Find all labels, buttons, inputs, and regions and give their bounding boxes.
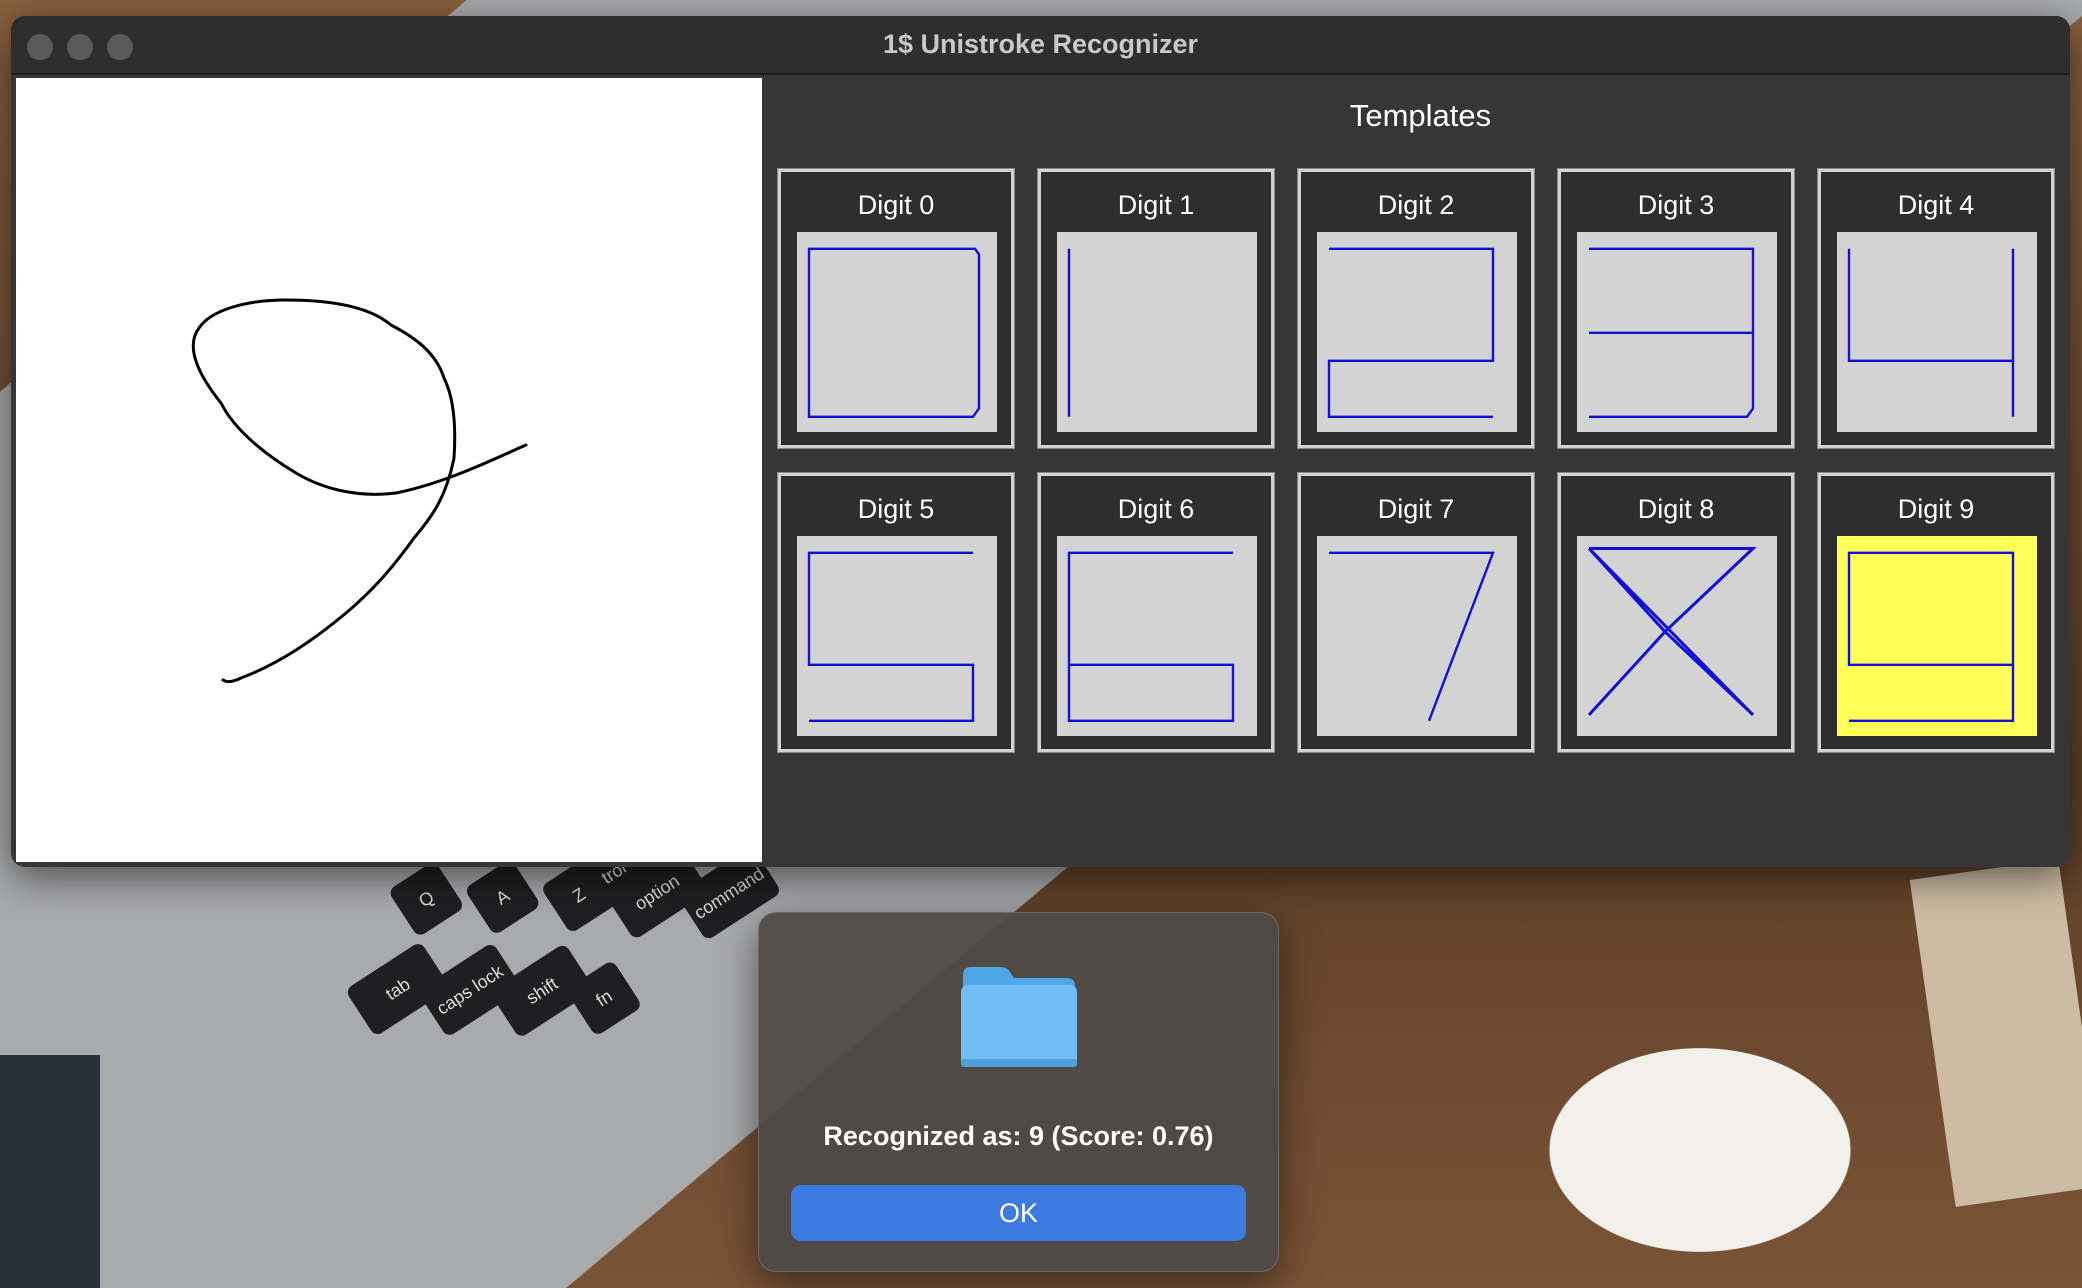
template-label: Digit 6 [1117,494,1195,524]
template-label: Digit 7 [1377,494,1455,524]
template-glyph [797,536,997,736]
template-label: Digit 5 [857,494,935,524]
template-glyph [1317,232,1517,432]
template-digit-7[interactable]: Digit 7 [1297,472,1535,753]
template-label: Digit 4 [1897,190,1975,220]
template-glyph [797,232,997,432]
template-preview [1317,232,1517,432]
folder-icon [959,965,1079,1074]
template-digit-0[interactable]: Digit 0 [777,168,1015,449]
template-label: Digit 1 [1117,190,1195,220]
drawing-canvas[interactable] [16,78,762,862]
template-digit-3[interactable]: Digit 3 [1557,168,1795,449]
close-window-button[interactable] [27,34,53,60]
template-glyph [1577,232,1777,432]
templates-grid: Digit 0 Digit 1 Digit 2 Digit 3 Digit 4 Digit… [777,168,2068,775]
template-preview [797,232,997,432]
zoom-window-button[interactable] [107,34,133,60]
template-glyph [1057,232,1257,432]
templates-heading: Templates [1349,98,1492,133]
template-digit-1[interactable]: Digit 1 [1037,168,1275,449]
minimize-window-button[interactable] [67,34,93,60]
template-preview [1317,536,1517,736]
laptop-key: A [463,858,542,936]
template-glyph [1577,536,1777,736]
window-title: 1$ Unistroke Recognizer [882,29,1199,59]
app-window: 1$ Unistroke Recognizer Templates Digit … [11,16,2070,867]
template-glyph [1057,536,1257,736]
template-label: Digit 3 [1637,190,1715,220]
template-preview [1577,232,1777,432]
recognition-message: Recognized as: 9 (Score: 0.76) [823,1121,1214,1151]
template-digit-4[interactable]: Digit 4 [1817,168,2055,449]
template-preview [1837,232,2037,432]
window-controls [27,34,133,60]
template-preview [1577,536,1777,736]
template-digit-5[interactable]: Digit 5 [777,472,1015,753]
ok-button[interactable]: OK [791,1185,1246,1241]
template-preview [1057,232,1257,432]
drawn-stroke [191,298,528,684]
template-digit-6[interactable]: Digit 6 [1037,472,1275,753]
template-preview [1057,536,1257,736]
template-label: Digit 8 [1637,494,1715,524]
template-digit-8[interactable]: Digit 8 [1557,472,1795,753]
desk-object [0,1055,100,1288]
result-dialog: Recognized as: 9 (Score: 0.76) OK [758,912,1279,1272]
laptop-key: Q [387,860,466,938]
template-preview [797,536,997,736]
template-label: Digit 9 [1897,494,1975,524]
template-digit-2[interactable]: Digit 2 [1297,168,1535,449]
template-glyph [1317,536,1517,736]
title-bar: 1$ Unistroke Recognizer [11,16,2070,75]
desk-notebook [1909,859,2082,1207]
template-label: Digit 0 [857,190,935,220]
template-label: Digit 2 [1377,190,1455,220]
template-digit-9[interactable]: Digit 9 [1817,472,2055,753]
template-preview [1837,536,2037,736]
template-glyph [1837,536,2037,736]
template-glyph [1837,232,2037,432]
